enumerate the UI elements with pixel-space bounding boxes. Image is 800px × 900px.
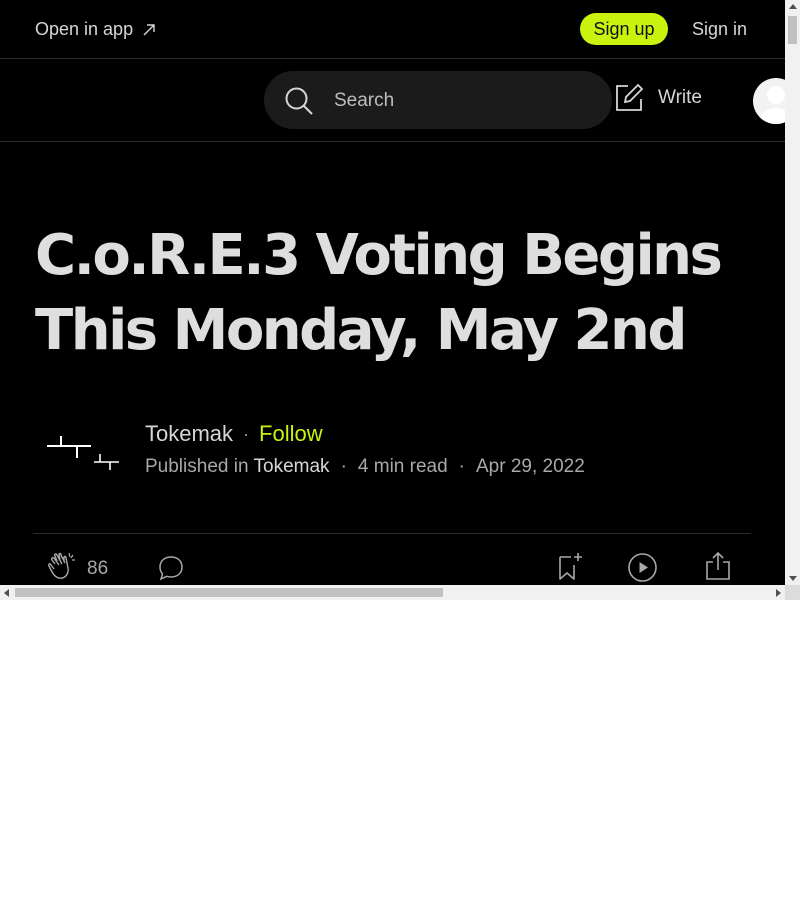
search-icon — [285, 87, 313, 115]
separator-dot: · — [458, 456, 465, 477]
share-icon[interactable] — [704, 551, 732, 581]
scroll-up-arrow-icon[interactable] — [789, 4, 797, 9]
search-input[interactable] — [332, 85, 596, 117]
vertical-scrollbar[interactable] — [785, 0, 800, 585]
article-title: C.o.R.E.3 Voting Begins This Monday, May… — [35, 218, 755, 368]
open-in-app-label: Open in app — [35, 19, 134, 39]
browser-viewport: Open in app Sign up Sign in Search Write… — [0, 0, 800, 600]
divider — [33, 533, 751, 534]
separator-dot: · — [243, 423, 250, 444]
user-avatar[interactable] — [753, 78, 785, 124]
clap-count: 86 — [87, 558, 109, 579]
write-button[interactable]: Write — [614, 83, 702, 113]
vertical-scroll-thumb[interactable] — [788, 16, 797, 44]
navbar: Write — [0, 59, 785, 142]
clap-icon[interactable] — [47, 550, 79, 582]
scroll-down-arrow-icon[interactable] — [789, 576, 797, 581]
horizontal-scrollbar[interactable] — [0, 585, 785, 600]
sign-up-button[interactable]: Sign up — [580, 13, 668, 45]
horizontal-scroll-thumb[interactable] — [15, 588, 443, 597]
author-line: Tokemak · Follow — [145, 421, 323, 447]
tokemak-logo-icon[interactable] — [44, 428, 122, 476]
open-in-app-link[interactable]: Open in app — [35, 19, 157, 40]
article-title-line-1: C.o.R.E.3 Voting Begins — [35, 223, 723, 288]
scroll-right-arrow-icon[interactable] — [776, 589, 781, 597]
article-page: Open in app Sign up Sign in Search Write… — [0, 0, 785, 585]
pencil-icon — [616, 83, 644, 111]
follow-button[interactable]: Follow — [259, 421, 323, 447]
write-label: Write — [658, 87, 702, 108]
user-avatar-icon — [760, 86, 785, 124]
scrollbar-corner — [785, 585, 800, 600]
read-time: 4 min read — [357, 456, 448, 477]
comment-icon[interactable] — [158, 555, 184, 581]
bookmark-add-icon[interactable] — [556, 551, 586, 581]
publish-date: Apr 29, 2022 — [476, 456, 585, 477]
arrow-up-right-icon — [143, 23, 155, 35]
article-meta: Published in Tokemak · 4 min read · Apr … — [145, 456, 585, 478]
scroll-left-arrow-icon[interactable] — [4, 589, 9, 597]
publication-link[interactable]: Tokemak — [254, 456, 330, 478]
article-title-line-2: This Monday, May 2nd — [35, 298, 687, 363]
sign-in-link[interactable]: Sign in — [692, 19, 747, 40]
play-icon[interactable] — [627, 552, 658, 583]
separator-dot: · — [340, 456, 347, 477]
search-box[interactable] — [264, 71, 612, 129]
author-name[interactable]: Tokemak — [145, 421, 233, 447]
top-banner: Open in app Sign up Sign in — [0, 0, 785, 59]
published-in-label: Published in — [145, 456, 249, 477]
